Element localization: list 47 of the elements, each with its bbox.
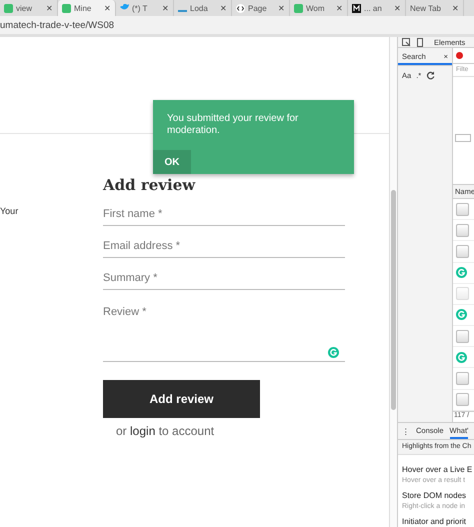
file-icon: [456, 245, 469, 258]
m-logo-icon: [352, 4, 361, 12]
close-icon[interactable]: ✕: [394, 4, 401, 12]
grammarly-icon: [456, 267, 467, 278]
close-icon[interactable]: ✕: [278, 4, 285, 12]
file-icon: [456, 372, 469, 385]
login-link[interactable]: login: [130, 424, 156, 438]
login-text: or login to account: [116, 424, 216, 438]
tip-title: Store DOM nodes: [402, 491, 468, 501]
grammarly-icon: [328, 347, 339, 358]
add-review-button[interactable]: Add review: [103, 380, 260, 418]
scrollbar-thumb[interactable]: [391, 190, 396, 410]
file-icon: [456, 287, 469, 300]
file-icon: [456, 202, 469, 216]
input-field[interactable]: Email address *: [103, 226, 345, 258]
close-icon[interactable]: ✕: [104, 4, 111, 12]
dash-icon: [178, 10, 187, 12]
site-icon: [294, 4, 303, 12]
ok-button[interactable]: OK: [153, 150, 191, 174]
close-icon[interactable]: ✕: [220, 4, 227, 12]
code-icon: [236, 4, 245, 12]
close-icon[interactable]: ✕: [46, 4, 53, 12]
inspect-icon[interactable]: [402, 38, 411, 46]
grammarly-icon: [456, 352, 467, 363]
record-icon[interactable]: [456, 52, 463, 59]
close-icon[interactable]: ✕: [336, 4, 343, 12]
site-icon: [4, 4, 13, 12]
device-icon[interactable]: [415, 38, 424, 46]
refresh-icon[interactable]: [426, 70, 436, 80]
browser-tab[interactable]: Mine ✕: [58, 0, 116, 16]
file-icon: [456, 330, 469, 343]
close-icon[interactable]: ✕: [162, 4, 169, 12]
file-icon: [456, 224, 469, 237]
tip-title: Initiator and priorit: [402, 517, 468, 527]
address-bar[interactable]: umatech-trade-v-tee/WS08: [0, 16, 474, 37]
side-text: Your: [0, 206, 18, 216]
toast-message: You submitted your review for moderation.: [166, 112, 300, 138]
tip-title: Hover over a Live E: [402, 465, 474, 475]
site-icon: [62, 4, 71, 12]
file-icon: [456, 393, 469, 406]
input-field[interactable]: Summary *: [103, 258, 345, 290]
bird-icon: [120, 4, 129, 12]
form-heading: Add review: [103, 176, 196, 194]
input-field[interactable]: [454, 134, 471, 142]
input-field[interactable]: First name *: [103, 194, 345, 226]
grammarly-icon: [456, 309, 467, 320]
close-icon[interactable]: ✕: [452, 4, 459, 12]
